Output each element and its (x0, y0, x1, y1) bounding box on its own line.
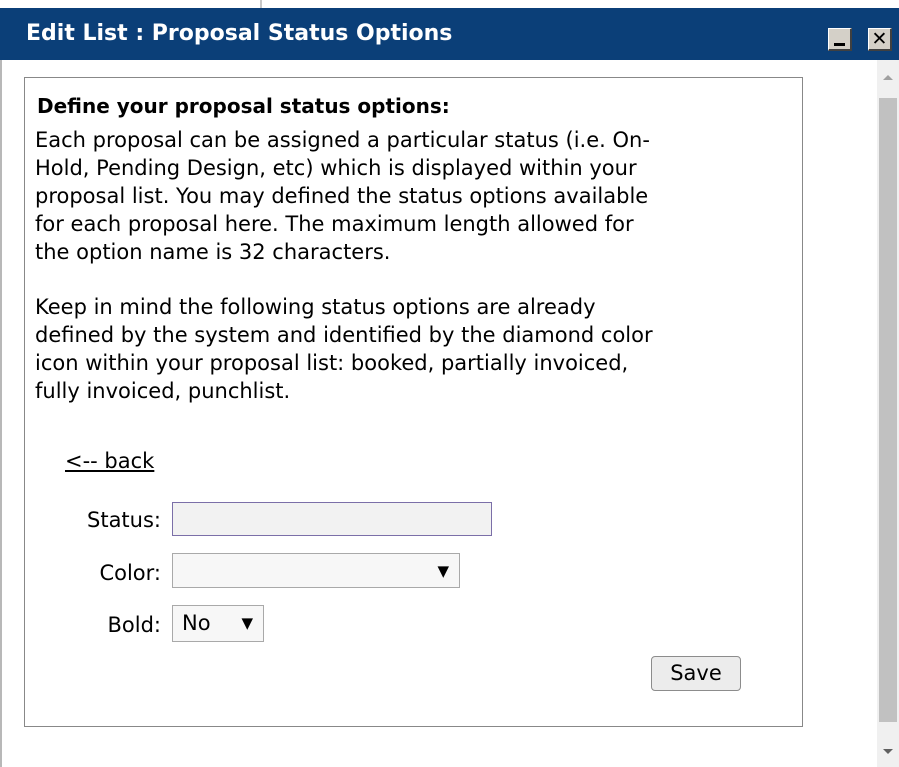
color-select[interactable]: ▼ (172, 553, 460, 588)
minimize-button[interactable] (828, 28, 852, 51)
scroll-down-arrow-icon[interactable] (877, 740, 899, 762)
close-icon: ✕ (871, 28, 888, 50)
chevron-down-icon: ▼ (241, 614, 253, 632)
bold-label: Bold: (107, 613, 162, 637)
chevron-down-icon: ▼ (437, 562, 449, 580)
scroll-up-arrow-icon[interactable] (877, 68, 899, 90)
back-link[interactable]: <-- back (65, 448, 154, 474)
bold-select[interactable]: No ▼ (172, 605, 264, 642)
top-edge-artifact (260, 0, 262, 8)
dialog-title-bar[interactable]: Edit List : Proposal Status Options ✕ (0, 8, 899, 60)
scrollbar-thumb[interactable] (879, 98, 897, 722)
description-paragraph: Each proposal can be assigned a particul… (35, 128, 650, 264)
status-options-panel: Define your proposal status options: Eac… (24, 77, 803, 727)
status-label: Status: (87, 508, 161, 532)
save-button[interactable]: Save (651, 656, 741, 691)
vertical-scrollbar[interactable] (877, 60, 899, 767)
color-label: Color: (99, 561, 161, 585)
status-input[interactable] (172, 502, 492, 536)
section-heading: Define your proposal status options: (37, 94, 450, 118)
bold-select-value: No (182, 611, 211, 635)
dialog-title: Edit List : Proposal Status Options (26, 21, 453, 46)
close-button[interactable]: ✕ (868, 28, 892, 51)
system-options-note: Keep in mind the following status option… (35, 295, 653, 403)
